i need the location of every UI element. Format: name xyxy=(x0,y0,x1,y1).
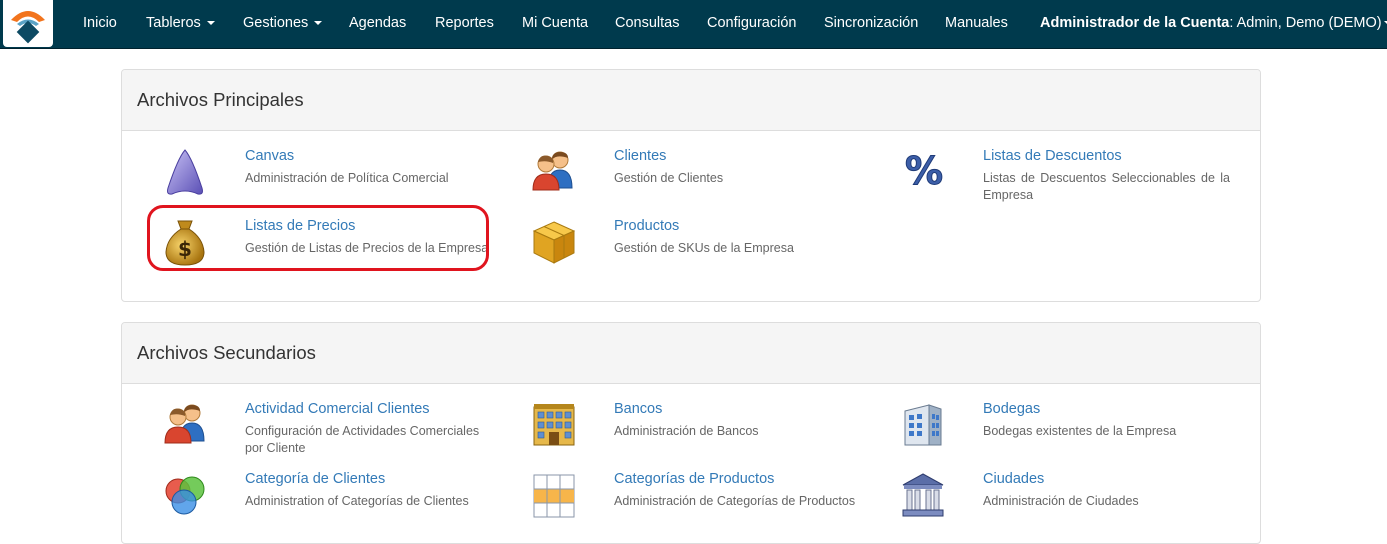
entry-description: Configuración de Actividades Comerciales… xyxy=(245,424,480,455)
app-logo[interactable] xyxy=(3,0,53,47)
account-user: : Admin, Demo (DEMO) xyxy=(1229,15,1382,31)
entry-description: Administration of Categorías de Clientes xyxy=(245,494,469,508)
entry-categoria-clientes: Categoría de Clientes Administration of … xyxy=(162,471,522,533)
entry-title-link[interactable]: Listas de Descuentos xyxy=(983,148,1122,164)
entry-listas-descuentos: % Listas de Descuentos Listas de Descuen… xyxy=(899,148,1259,210)
nav-sincronizacion[interactable]: Sincronización xyxy=(824,0,918,47)
nav-inicio[interactable]: Inicio xyxy=(83,0,117,47)
entry-title-link[interactable]: Bancos xyxy=(614,401,662,417)
account-role: Administrador de la Cuenta xyxy=(1040,15,1230,31)
entry-title-link[interactable]: Categorías de Productos xyxy=(614,471,774,487)
nav-tableros[interactable]: Tableros xyxy=(146,0,215,47)
nav-sincronizacion-label: Sincronización xyxy=(824,15,919,31)
entry-productos: Productos Gestión de SKUs de la Empresa xyxy=(530,218,890,280)
venn-circles-icon[interactable] xyxy=(162,471,218,527)
entry-description: Bodegas existentes de la Empresa xyxy=(983,424,1177,438)
nav-agendas-label: Agendas xyxy=(349,15,407,31)
nav-configuracion-label: Configuración xyxy=(707,15,797,31)
svg-text:$: $ xyxy=(178,237,192,261)
entry-bodegas: Bodegas Bodegas existentes de la Empresa xyxy=(899,401,1259,463)
nav-consultas[interactable]: Consultas xyxy=(615,0,679,47)
nav-consultas-label: Consultas xyxy=(615,15,680,31)
entry-title-link[interactable]: Listas de Precios xyxy=(245,218,355,234)
panel-title: Archivos Secundarios xyxy=(137,342,316,363)
entry-description: Administración de Ciudades xyxy=(983,494,1139,508)
panel-heading: Archivos Principales xyxy=(122,70,1260,131)
money-bag-icon[interactable]: $ xyxy=(162,218,218,274)
grid-table-icon[interactable] xyxy=(530,471,586,527)
entry-description: Administración de Bancos xyxy=(614,424,759,438)
nav-gestiones-label: Gestiones xyxy=(243,15,309,31)
users-icon[interactable] xyxy=(530,148,586,204)
entry-description: Listas de Descuentos Seleccionables de l… xyxy=(983,171,1230,202)
entry-title-link[interactable]: Categoría de Clientes xyxy=(245,471,385,487)
entry-description: Administración de Política Comercial xyxy=(245,171,449,185)
canvas-icon[interactable] xyxy=(162,148,218,204)
nav-tableros-label: Tableros xyxy=(146,15,201,31)
entry-title-link[interactable]: Clientes xyxy=(614,148,666,164)
box-icon[interactable] xyxy=(530,218,586,274)
entry-description: Administración de Categorías de Producto… xyxy=(614,494,856,508)
entry-title-link[interactable]: Canvas xyxy=(245,148,294,164)
entry-ciudades: Ciudades Administración de Ciudades xyxy=(899,471,1259,533)
entry-categorias-productos: Categorías de Productos Administración d… xyxy=(530,471,890,533)
entry-title-link[interactable]: Bodegas xyxy=(983,401,1040,417)
entry-clientes: Clientes Gestión de Clientes xyxy=(530,148,890,210)
nav-mi-cuenta-label: Mi Cuenta xyxy=(522,15,589,31)
panel-archivos-principales: Archivos Principales Canvas Administraci… xyxy=(121,69,1261,302)
caret-down-icon xyxy=(314,21,323,26)
nav-account-menu[interactable]: Administrador de la Cuenta: Admin, Demo … xyxy=(1040,0,1387,47)
logo-icon xyxy=(11,11,45,44)
entry-listas-precios: $ Listas de Precios Gestión de Listas de… xyxy=(162,218,522,280)
entry-description: Gestión de Clientes xyxy=(614,171,724,185)
panel-archivos-secundarios: Archivos Secundarios Actividad Comercial… xyxy=(121,322,1261,544)
nav-reportes-label: Reportes xyxy=(435,15,494,31)
entry-title-link[interactable]: Ciudades xyxy=(983,471,1044,487)
percent-icon[interactable]: % xyxy=(899,148,955,204)
entry-actividad-comercial: Actividad Comercial Clientes Configuraci… xyxy=(162,401,522,463)
users-icon[interactable] xyxy=(162,401,218,457)
bank-building-icon[interactable] xyxy=(530,401,586,457)
top-navbar: Inicio Tableros Gestiones Agendas Report… xyxy=(0,0,1387,49)
nav-gestiones[interactable]: Gestiones xyxy=(243,0,323,47)
warehouse-building-icon[interactable] xyxy=(899,401,955,457)
panel-heading: Archivos Secundarios xyxy=(122,323,1260,384)
nav-configuracion[interactable]: Configuración xyxy=(707,0,796,47)
panel-title: Archivos Principales xyxy=(137,89,304,110)
nav-mi-cuenta[interactable]: Mi Cuenta xyxy=(522,0,588,47)
caret-down-icon xyxy=(206,21,215,26)
nav-manuales-label: Manuales xyxy=(945,15,1008,31)
nav-inicio-label: Inicio xyxy=(83,15,117,31)
entry-bancos: Bancos Administración de Bancos xyxy=(530,401,890,463)
entry-title-link[interactable]: Actividad Comercial Clientes xyxy=(245,401,430,417)
nav-reportes[interactable]: Reportes xyxy=(435,0,494,47)
caret-down-icon xyxy=(1383,21,1387,26)
entry-canvas: Canvas Administración de Política Comerc… xyxy=(162,148,522,210)
city-hall-icon[interactable] xyxy=(899,471,955,527)
entry-description: Gestión de SKUs de la Empresa xyxy=(614,241,794,255)
svg-text:%: % xyxy=(905,149,943,192)
entry-description: Gestión de Listas de Precios de la Empre… xyxy=(245,241,489,255)
nav-manuales[interactable]: Manuales xyxy=(945,0,1008,47)
nav-agendas[interactable]: Agendas xyxy=(349,0,406,47)
entry-title-link[interactable]: Productos xyxy=(614,218,679,234)
